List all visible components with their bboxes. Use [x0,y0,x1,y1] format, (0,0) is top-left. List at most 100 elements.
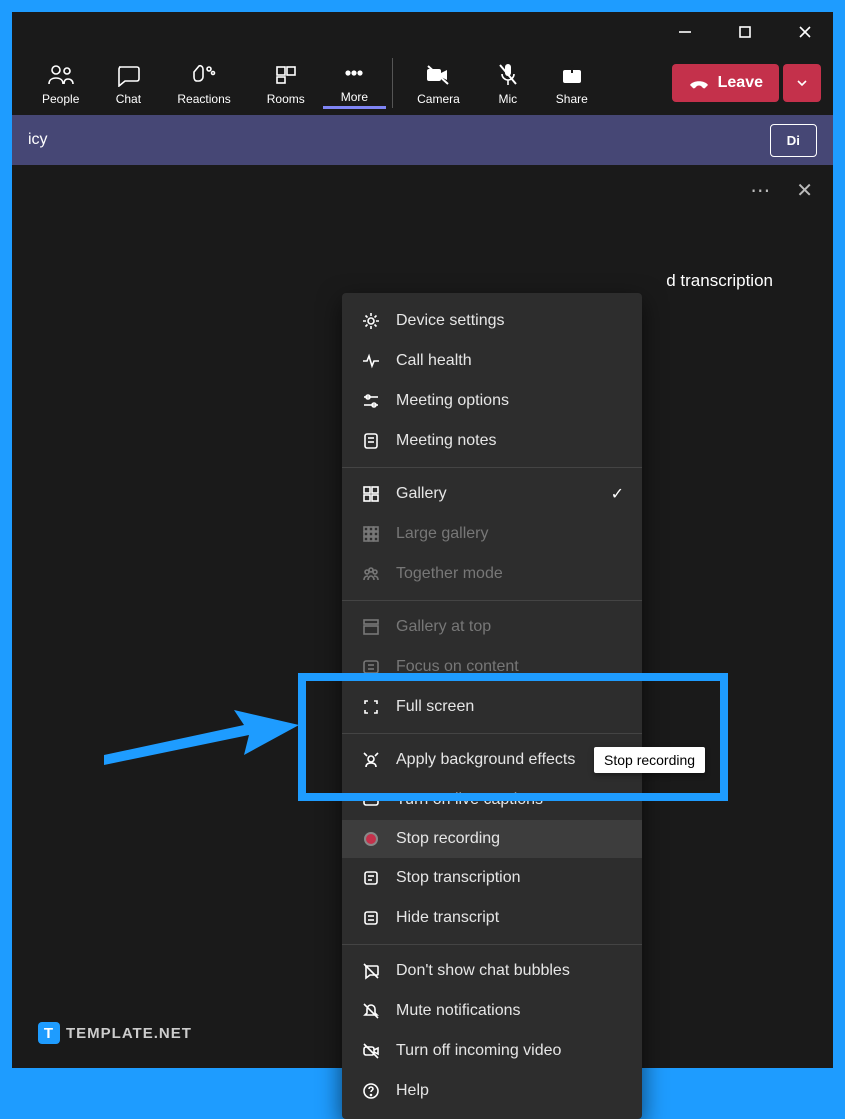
chat-icon [115,60,141,90]
window-titlebar [12,12,833,52]
menu-gallery[interactable]: Gallery ✓ [342,474,642,514]
menu-stop-transcription[interactable]: Stop transcription [342,858,642,898]
annotation-arrow [94,695,304,775]
menu-meeting-notes[interactable]: Meeting notes [342,421,642,461]
menu-label: Don't show chat bubbles [396,962,570,980]
check-icon: ✓ [611,484,624,504]
menu-label: Call health [396,352,472,370]
camera-off-icon [424,60,452,90]
people-button[interactable]: People [24,58,97,108]
record-icon [360,832,382,846]
teams-meeting-window: People Chat Reactions Rooms More Camera … [12,12,833,1068]
menu-stop-recording[interactable]: Stop recording [342,820,642,858]
menu-label: Turn on live captions [396,791,543,809]
menu-label: Gallery [396,485,447,503]
menu-label: Together mode [396,565,503,583]
video-off-icon [360,1041,382,1061]
menu-device-settings[interactable]: Device settings [342,301,642,341]
menu-full-screen[interactable]: Full screen [342,687,642,727]
hide-transcript-icon [360,908,382,928]
watermark-text: TEMPLATE.NET [66,1025,192,1042]
menu-divider [342,944,642,945]
menu-large-gallery: Large gallery [342,514,642,554]
menu-divider [342,733,642,734]
menu-chat-bubbles[interactable]: Don't show chat bubbles [342,951,642,991]
more-label: More [341,90,368,104]
menu-help[interactable]: Help [342,1071,642,1111]
notes-icon [360,431,382,451]
menu-call-health[interactable]: Call health [342,341,642,381]
reactions-label: Reactions [177,92,230,106]
menu-label: Stop recording [396,830,500,848]
hangup-icon [688,75,710,91]
rooms-label: Rooms [267,92,305,106]
menu-mute-notifications[interactable]: Mute notifications [342,991,642,1031]
menu-meeting-options[interactable]: Meeting options [342,381,642,421]
panel-actions: ⋯ ✕ [750,165,813,215]
dismiss-button[interactable]: Di [770,124,817,157]
menu-incoming-video[interactable]: Turn off incoming video [342,1031,642,1071]
menu-divider [342,600,642,601]
chevron-down-icon [795,76,809,90]
menu-label: Gallery at top [396,618,491,636]
notification-text: icy [28,131,48,149]
leave-label: Leave [718,74,763,92]
menu-label: Large gallery [396,525,489,543]
window-maximize[interactable] [725,17,765,47]
people-icon [47,60,75,90]
watermark: T TEMPLATE.NET [38,1022,192,1044]
panel-close-icon[interactable]: ✕ [796,178,813,203]
leave-button[interactable]: Leave [672,64,779,102]
more-menu: Device settings Call health Meeting opti… [342,293,642,1119]
menu-label: Full screen [396,698,474,716]
menu-label: Meeting options [396,392,509,410]
menu-label: Turn off incoming video [396,1042,561,1060]
rooms-button[interactable]: Rooms [249,58,323,108]
chat-bubble-off-icon [360,961,382,981]
share-button[interactable]: Share [538,58,606,108]
menu-label: Device settings [396,312,505,330]
grid-icon [360,484,382,504]
menu-label: Mute notifications [396,1002,521,1020]
more-icon [342,58,366,88]
menu-live-captions[interactable]: Turn on live captions [342,780,642,820]
menu-divider [342,467,642,468]
chat-button[interactable]: Chat [97,58,159,108]
reactions-button[interactable]: Reactions [159,58,248,108]
together-icon [360,564,382,584]
background-icon [360,750,382,770]
menu-label: Meeting notes [396,432,497,450]
menu-hide-transcript[interactable]: Hide transcript [342,898,642,938]
menu-gallery-top: Gallery at top [342,607,642,647]
leave-dropdown[interactable] [783,64,821,102]
panel-more-icon[interactable]: ⋯ [750,178,770,203]
people-label: People [42,92,79,106]
watermark-logo: T [38,1022,60,1044]
meeting-toolbar: People Chat Reactions Rooms More Camera … [12,52,833,115]
panel-text: d transcription [666,271,773,291]
chat-label: Chat [116,92,141,106]
camera-label: Camera [417,92,460,106]
help-icon [360,1081,382,1101]
toolbar-separator [392,58,393,108]
more-button[interactable]: More [323,56,386,109]
rooms-icon [274,60,298,90]
menu-label: Apply background effects [396,751,575,769]
gallery-top-icon [360,617,382,637]
menu-label: Hide transcript [396,909,499,927]
fullscreen-icon [360,697,382,717]
notification-bar: icy Di [12,115,833,165]
window-minimize[interactable] [665,17,705,47]
menu-focus-content: Focus on content [342,647,642,687]
focus-icon [360,657,382,677]
camera-button[interactable]: Camera [399,58,478,108]
window-close[interactable] [785,17,825,47]
grid-large-icon [360,524,382,544]
mic-button[interactable]: Mic [478,58,538,108]
share-icon [560,60,584,90]
share-label: Share [556,92,588,106]
meeting-content: ⋯ ✕ d transcription Device settings Call… [12,165,833,1068]
bell-off-icon [360,1001,382,1021]
reactions-icon [191,60,217,90]
menu-label: Focus on content [396,658,519,676]
